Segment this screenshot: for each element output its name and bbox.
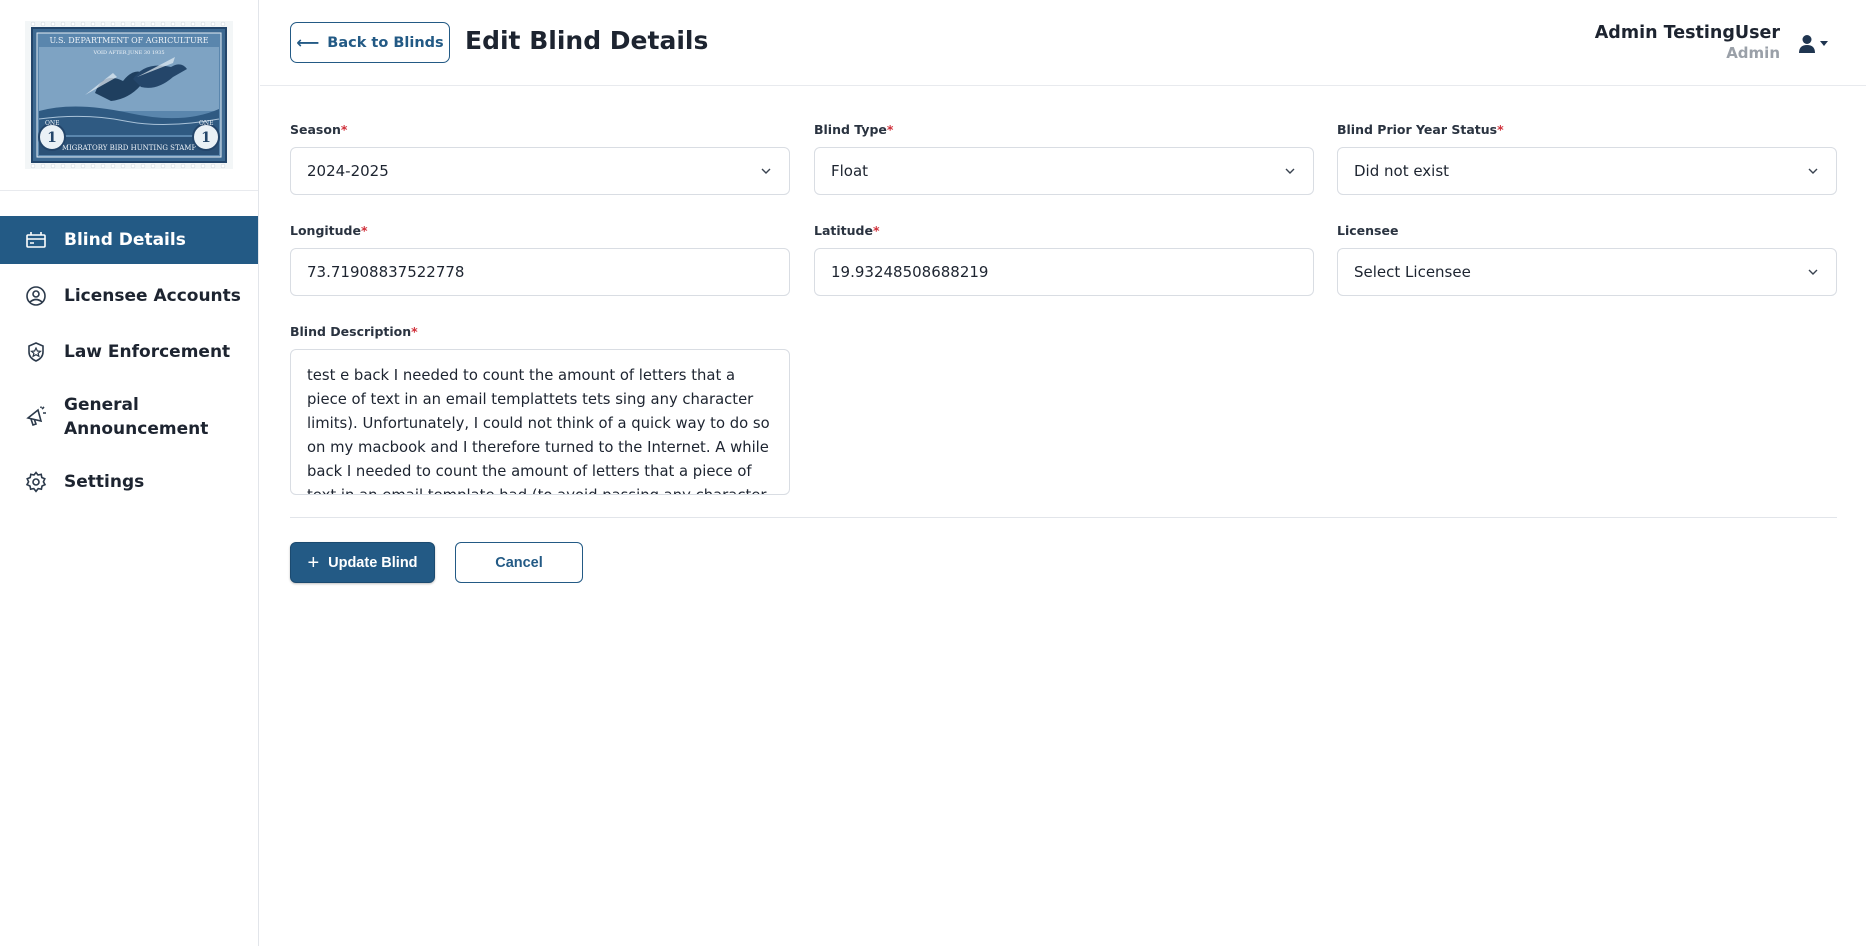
user-menu-button[interactable] (1798, 32, 1834, 56)
badge-icon (24, 340, 48, 364)
longitude-label: Longitude* (290, 223, 368, 238)
season-select[interactable]: 2024-2025 (290, 147, 790, 195)
description-value: test e back I needed to count the amount… (307, 367, 770, 494)
sidebar: U.S. DEPARTMENT OF AGRICULTURE VOID AFTE… (0, 0, 259, 946)
description-textarea[interactable]: test e back I needed to count the amount… (290, 349, 790, 495)
blind-icon (24, 228, 48, 252)
latitude-label: Latitude* (814, 223, 880, 238)
description-field: Blind Description* test e back I needed … (290, 324, 790, 495)
user-icon (1799, 35, 1815, 53)
stamp-text-mid: VOID AFTER JUNE 30 1935 (92, 50, 164, 56)
licensee-label: Licensee (1337, 223, 1399, 238)
sidebar-item-label: Settings (64, 472, 145, 492)
prior-status-field: Blind Prior Year Status* Did not exist (1337, 122, 1837, 195)
plus-icon: + (307, 551, 320, 574)
sidebar-item-label: Blind Details (64, 230, 186, 250)
sidebar-item-general-announcement[interactable]: General Announcement (0, 384, 258, 450)
licensee-placeholder: Select Licensee (1354, 263, 1471, 281)
sidebar-nav: Blind Details Licensee Accounts Law Enfo… (0, 216, 258, 506)
season-field: Season* 2024-2025 (290, 122, 790, 195)
longitude-field: Longitude* 73.71908837522778 (290, 223, 790, 296)
sidebar-item-law-enforcement[interactable]: Law Enforcement (0, 328, 258, 376)
longitude-input[interactable]: 73.71908837522778 (290, 248, 790, 296)
stamp-text-top: U.S. DEPARTMENT OF AGRICULTURE (49, 36, 208, 45)
latitude-input[interactable]: 19.93248508688219 (814, 248, 1314, 296)
licensee-field: Licensee Select Licensee (1337, 223, 1837, 296)
season-label: Season* (290, 122, 348, 137)
stamp-value-left: 1 (47, 130, 57, 146)
description-label: Blind Description* (290, 324, 418, 339)
blind-type-label: Blind Type* (814, 122, 894, 137)
stamp-word-right: ONE (199, 120, 214, 127)
sidebar-item-settings[interactable]: Settings (0, 458, 258, 506)
licensee-select[interactable]: Select Licensee (1337, 248, 1837, 296)
sidebar-item-label: Licensee Accounts (64, 286, 241, 306)
stamp-word-left: ONE (45, 120, 60, 127)
latitude-value: 19.93248508688219 (831, 263, 989, 281)
chevron-down-icon (1285, 168, 1295, 174)
stamp-logo[interactable]: U.S. DEPARTMENT OF AGRICULTURE VOID AFTE… (25, 21, 233, 169)
stamp-value-right: 1 (201, 130, 211, 146)
sidebar-item-licensee-accounts[interactable]: Licensee Accounts (0, 272, 258, 320)
blind-type-select[interactable]: Float (814, 147, 1314, 195)
user-role: Admin (1726, 44, 1780, 62)
prior-status-label: Blind Prior Year Status* (1337, 122, 1504, 137)
cancel-button[interactable]: Cancel (455, 542, 583, 583)
blind-type-field: Blind Type* Float (814, 122, 1314, 195)
form-divider (290, 517, 1837, 518)
user-name: Admin TestingUser (1594, 23, 1780, 43)
stamp-text-bottom: MIGRATORY BIRD HUNTING STAMP (62, 144, 197, 152)
arrow-left-icon: ⟵ (296, 33, 320, 52)
back-to-blinds-button[interactable]: ⟵ Back to Blinds (290, 22, 450, 63)
prior-status-value: Did not exist (1354, 162, 1450, 180)
sidebar-item-label: Law Enforcement (64, 342, 231, 362)
chevron-down-icon (761, 168, 771, 174)
logo-area: U.S. DEPARTMENT OF AGRICULTURE VOID AFTE… (0, 0, 258, 191)
megaphone-icon (24, 405, 48, 429)
prior-status-select[interactable]: Did not exist (1337, 147, 1837, 195)
caret-down-icon (1820, 41, 1828, 46)
blind-type-value: Float (831, 162, 869, 180)
update-button-label: Update Blind (328, 554, 418, 571)
page-header: ⟵ Back to Blinds Edit Blind Details Admi… (260, 0, 1866, 86)
season-value: 2024-2025 (307, 162, 389, 180)
update-blind-button[interactable]: + Update Blind (290, 542, 435, 583)
sidebar-item-blind-details[interactable]: Blind Details (0, 216, 258, 264)
cancel-button-label: Cancel (495, 554, 543, 571)
page-title: Edit Blind Details (465, 26, 709, 55)
chevron-down-icon (1808, 269, 1818, 275)
user-circle-icon (24, 284, 48, 308)
user-info: Admin TestingUser Admin (1595, 22, 1780, 62)
chevron-down-icon (1808, 168, 1818, 174)
latitude-field: Latitude* 19.93248508688219 (814, 223, 1314, 296)
longitude-value: 73.71908837522778 (307, 263, 465, 281)
gear-icon (24, 470, 48, 494)
back-button-label: Back to Blinds (327, 34, 444, 51)
sidebar-item-label: General Announcement (64, 395, 209, 439)
